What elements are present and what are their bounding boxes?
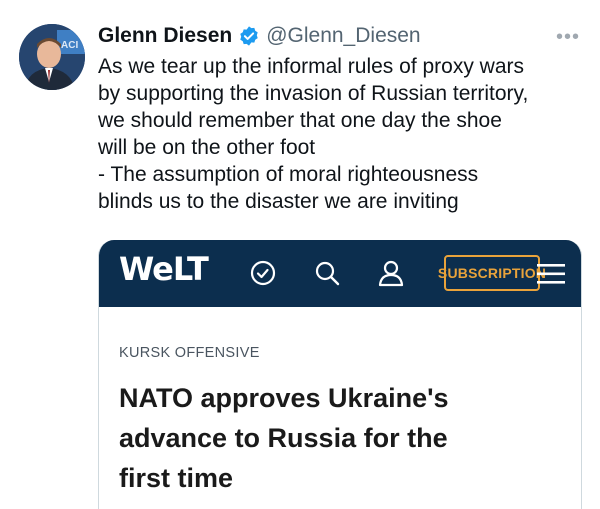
user-icon[interactable] <box>377 259 405 287</box>
tweet-text: As we tear up the informal rules of prox… <box>98 53 588 215</box>
welt-logo[interactable]: WeLT <box>119 250 209 288</box>
article-navbar: WeLT SUBSCRIPTION <box>99 240 581 307</box>
tweet-header: Glenn Diesen @Glenn_Diesen <box>98 22 421 50</box>
svg-text:ACI: ACI <box>61 40 78 51</box>
article-card[interactable]: WeLT SUBSCRIPTION KURSK OFFENSIVE NATO a… <box>98 240 582 509</box>
subscribe-button[interactable]: SUBSCRIPTION <box>438 255 546 291</box>
search-icon[interactable] <box>313 259 341 287</box>
headline-line: first time <box>119 463 234 493</box>
tweet-line: will be on the other foot <box>98 136 316 159</box>
avatar[interactable]: ACI <box>19 24 85 90</box>
menu-icon[interactable] <box>537 263 565 285</box>
headline-line: advance to Russia for the <box>119 423 448 453</box>
verified-badge-icon <box>238 25 260 47</box>
article-headline[interactable]: NATO approves Ukraine's advance to Russi… <box>119 378 569 498</box>
tweet-line: blinds us to the disaster we are invitin… <box>98 190 459 213</box>
tweet-line: - The assumption of moral righteousness <box>98 163 479 186</box>
headline-line: NATO approves Ukraine's <box>119 383 449 413</box>
tweet-line: we should remember that one day the shoe <box>98 109 502 132</box>
author-name[interactable]: Glenn Diesen <box>98 24 232 48</box>
more-options-icon[interactable]: ••• <box>556 26 580 49</box>
author-handle[interactable]: @Glenn_Diesen <box>266 24 420 48</box>
tweet-line: As we tear up the informal rules of prox… <box>98 55 525 78</box>
clock-check-icon[interactable] <box>249 259 277 287</box>
tweet-line: by supporting the invasion of Russian te… <box>98 82 529 105</box>
article-kicker: KURSK OFFENSIVE <box>119 345 260 361</box>
